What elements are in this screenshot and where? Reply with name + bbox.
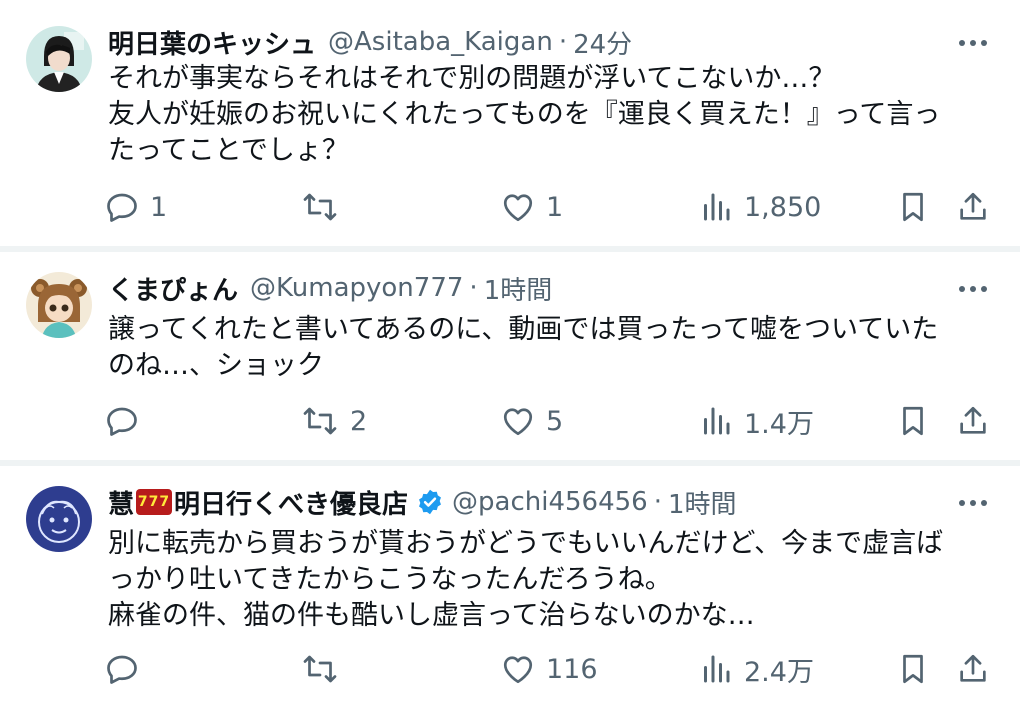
action-bar: 116 2.4万 — [104, 649, 994, 689]
display-name[interactable]: 明日行くべき優良店 — [174, 484, 408, 521]
like-count: 5 — [546, 405, 564, 437]
tweet-text-line: 麻雀の件、猫の件も酷いし虚言って治らないのかな… — [108, 600, 755, 631]
bookmark-button[interactable] — [896, 401, 930, 441]
more-icon[interactable] — [956, 272, 990, 306]
views-button[interactable]: 2.4万 — [698, 649, 814, 689]
retweet-icon — [303, 193, 337, 221]
display-name[interactable]: くまぴょん — [108, 270, 238, 307]
like-count: 116 — [546, 653, 598, 685]
reply-button[interactable]: 1 — [104, 187, 167, 227]
tweet-text-line: 譲ってくれたと書いてあるのに、動画では買ったって嘘をついていた — [108, 314, 939, 345]
tweet-text-line: それが事実ならそれはそれで別の問題が浮いてこないか…？ — [108, 63, 836, 94]
retweet-icon — [303, 407, 337, 435]
reply-icon — [107, 407, 137, 436]
separator-dot: · — [558, 27, 568, 57]
more-icon[interactable] — [956, 486, 990, 520]
tweet-header: 慧 777 明日行くべき優良店 @pachi456456 · 1時間 — [108, 482, 960, 522]
retweet-icon — [303, 655, 337, 683]
tweet-text-line: っかり吐いてきたからこうなったんだろうね。 — [108, 564, 672, 595]
tweet-1[interactable]: 明日葉のキッシュ @Asitaba_Kaigan · 24分 それが事実ならそれ… — [0, 0, 1020, 246]
reply-count: 1 — [150, 191, 168, 223]
tweet-text-line: 友人が妊娠のお祝いにくれたってものを『運良く買えた！』って言っ — [108, 99, 941, 130]
tweet-header: 明日葉のキッシュ @Asitaba_Kaigan · 24分 — [108, 22, 960, 62]
reply-button[interactable] — [104, 401, 150, 441]
tweet-3[interactable]: 慧 777 明日行くべき優良店 @pachi456456 · 1時間 別に転売か… — [0, 466, 1020, 710]
timestamp[interactable]: 1時間 — [484, 270, 553, 307]
avatar[interactable] — [26, 486, 92, 552]
views-button[interactable]: 1,850 — [698, 187, 821, 227]
views-count: 1.4万 — [744, 408, 814, 440]
reply-icon — [107, 655, 137, 684]
bookmark-button[interactable] — [896, 649, 930, 689]
tweet-text-line: のね…、ショック — [108, 350, 324, 381]
views-icon — [704, 655, 730, 683]
views-icon — [704, 193, 730, 221]
like-button[interactable]: 116 — [500, 649, 598, 689]
separator-dot: · — [469, 273, 478, 303]
timestamp[interactable]: 24分 — [573, 24, 632, 61]
tweet-text-line: 別に転売から買おうが貰おうがどうでもいいんだけど、今まで虚言ば — [108, 528, 944, 559]
user-handle[interactable]: @pachi456456 — [452, 487, 648, 517]
like-icon — [503, 408, 533, 436]
tweet-text: 別に転売から買おうが貰おうがどうでもいいんだけど、今まで虚言ば っかり吐いてきた… — [108, 526, 998, 634]
tweet-2[interactable]: くまぴょん @Kumapyon777 · 1時間 譲ってくれたと書いてあるのに、… — [0, 252, 1020, 460]
action-bar: 2 5 1.4万 — [104, 401, 994, 441]
views-count: 2.4万 — [744, 656, 814, 688]
bookmark-icon — [903, 192, 923, 222]
action-bar: 1 1 1,850 — [104, 187, 994, 227]
like-count: 1 — [546, 191, 564, 223]
verified-icon — [416, 488, 444, 516]
bookmark-icon — [903, 406, 923, 436]
timestamp[interactable]: 1時間 — [668, 484, 737, 521]
share-icon — [960, 406, 986, 434]
user-handle[interactable]: @Kumapyon777 — [250, 273, 463, 303]
share-button[interactable] — [956, 187, 990, 227]
tweet-text-line: たってことでしょ？ — [108, 135, 349, 166]
separator-dot: · — [653, 487, 662, 517]
more-icon[interactable] — [956, 26, 990, 60]
like-button[interactable]: 5 — [500, 401, 563, 441]
slot-777-emoji: 777 — [136, 489, 173, 515]
like-button[interactable]: 1 — [500, 187, 563, 227]
retweet-button[interactable] — [300, 187, 350, 227]
bookmark-icon — [903, 654, 923, 684]
like-icon — [503, 194, 533, 222]
share-icon — [960, 192, 986, 220]
user-handle[interactable]: @Asitaba_Kaigan — [328, 27, 553, 57]
tweet-text: それが事実ならそれはそれで別の問題が浮いてこないか…？ 友人が妊娠のお祝いにくれ… — [108, 61, 998, 169]
like-icon — [503, 656, 533, 684]
share-button[interactable] — [956, 401, 990, 441]
bookmark-button[interactable] — [896, 187, 930, 227]
retweet-count: 2 — [350, 405, 368, 437]
display-name-prefix[interactable]: 慧 — [108, 484, 134, 521]
tweet-text: 譲ってくれたと書いてあるのに、動画では買ったって嘘をついていた のね…、ショック — [108, 312, 998, 384]
share-icon — [960, 654, 986, 682]
views-count: 1,850 — [744, 191, 822, 223]
avatar[interactable] — [26, 272, 92, 338]
reply-icon — [107, 193, 137, 222]
retweet-button[interactable]: 2 — [300, 401, 367, 441]
retweet-button[interactable] — [300, 649, 350, 689]
display-name[interactable]: 明日葉のキッシュ — [108, 24, 316, 61]
avatar[interactable] — [26, 26, 92, 92]
views-button[interactable]: 1.4万 — [698, 401, 814, 441]
reply-button[interactable] — [104, 649, 150, 689]
views-icon — [704, 407, 730, 435]
tweet-header: くまぴょん @Kumapyon777 · 1時間 — [108, 268, 960, 308]
share-button[interactable] — [956, 649, 990, 689]
